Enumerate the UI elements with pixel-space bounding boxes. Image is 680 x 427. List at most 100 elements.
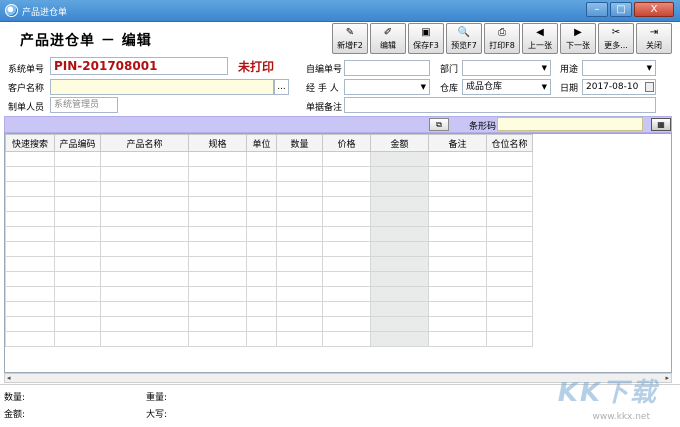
column-header[interactable]: 产品编码 [54,134,101,152]
table-cell[interactable] [370,331,429,347]
table-cell[interactable] [54,151,101,167]
table-cell[interactable] [276,256,323,272]
table-cell[interactable] [276,166,323,182]
table-cell[interactable] [428,196,487,212]
table-cell[interactable] [276,316,323,332]
table-cell[interactable] [246,211,277,227]
table-cell[interactable] [486,151,533,167]
table-cell[interactable] [100,241,189,257]
table-cell[interactable] [54,166,101,182]
table-row[interactable] [5,286,533,302]
window-close-button[interactable]: X [634,2,674,17]
table-row[interactable] [5,316,533,332]
table-cell[interactable] [188,196,247,212]
table-cell[interactable] [322,271,371,287]
table-cell[interactable] [322,226,371,242]
table-row[interactable] [5,151,533,167]
column-header[interactable]: 数量 [276,134,323,152]
table-cell[interactable] [100,301,189,317]
table-row[interactable] [5,211,533,227]
column-header[interactable]: 备注 [428,134,487,152]
table-cell[interactable] [370,151,429,167]
table-cell[interactable] [246,271,277,287]
table-cell[interactable] [276,181,323,197]
table-cell[interactable] [428,166,487,182]
table-cell[interactable] [188,286,247,302]
table-cell[interactable] [428,241,487,257]
table-row[interactable] [5,166,533,182]
table-cell[interactable] [188,151,247,167]
table-cell[interactable] [5,286,55,302]
table-cell[interactable] [54,181,101,197]
column-header[interactable]: 金额 [370,134,429,152]
self-no-input[interactable] [344,60,430,76]
table-cell[interactable] [370,196,429,212]
barcode-input[interactable] [497,117,643,131]
table-cell[interactable] [5,241,55,257]
table-cell[interactable] [322,286,371,302]
table-cell[interactable] [246,316,277,332]
maker-input[interactable]: 系统管理员 [50,97,118,113]
table-cell[interactable] [100,196,189,212]
table-row[interactable] [5,226,533,242]
table-cell[interactable] [100,226,189,242]
scroll-left-icon[interactable]: ◂ [7,374,11,382]
table-cell[interactable] [188,226,247,242]
table-row[interactable] [5,331,533,347]
table-cell[interactable] [322,181,371,197]
column-header[interactable]: 仓位名称 [486,134,533,152]
table-cell[interactable] [246,241,277,257]
table-cell[interactable] [188,301,247,317]
table-cell[interactable] [188,211,247,227]
table-cell[interactable] [486,331,533,347]
table-cell[interactable] [486,241,533,257]
table-cell[interactable] [370,256,429,272]
table-cell[interactable] [246,286,277,302]
table-cell[interactable] [370,316,429,332]
table-cell[interactable] [100,316,189,332]
restore-button[interactable]: □ [610,2,632,17]
table-cell[interactable] [322,196,371,212]
customer-browse-button[interactable]: ... [274,79,289,95]
table-cell[interactable] [246,226,277,242]
table-cell[interactable] [276,196,323,212]
table-cell[interactable] [428,331,487,347]
usage-select[interactable]: ▼ [582,60,656,76]
table-cell[interactable] [188,241,247,257]
table-cell[interactable] [246,181,277,197]
table-cell[interactable] [322,151,371,167]
table-cell[interactable] [428,301,487,317]
column-header[interactable]: 产品名称 [100,134,189,152]
system-no-field[interactable]: PIN-201708001 [50,57,228,75]
column-header[interactable]: 价格 [322,134,371,152]
table-cell[interactable] [100,256,189,272]
table-cell[interactable] [5,226,55,242]
table-cell[interactable] [276,301,323,317]
table-cell[interactable] [100,211,189,227]
copy-icon[interactable]: ⧉ [429,118,449,131]
table-cell[interactable] [54,286,101,302]
table-cell[interactable] [5,256,55,272]
table-cell[interactable] [5,196,55,212]
table-cell[interactable] [246,331,277,347]
edit-button[interactable]: ✐ 编辑 [370,23,406,54]
table-cell[interactable] [370,241,429,257]
table-cell[interactable] [370,166,429,182]
table-cell[interactable] [188,316,247,332]
table-cell[interactable] [54,316,101,332]
table-cell[interactable] [246,151,277,167]
table-cell[interactable] [100,181,189,197]
more-button[interactable]: ✂ 更多... [598,23,634,54]
table-cell[interactable] [322,256,371,272]
table-cell[interactable] [428,286,487,302]
table-cell[interactable] [370,226,429,242]
table-row[interactable] [5,301,533,317]
table-cell[interactable] [276,241,323,257]
table-cell[interactable] [486,211,533,227]
table-cell[interactable] [276,331,323,347]
new-button[interactable]: ✎ 新增F2 [332,23,368,54]
table-cell[interactable] [486,226,533,242]
table-cell[interactable] [188,331,247,347]
table-cell[interactable] [246,256,277,272]
table-cell[interactable] [276,286,323,302]
